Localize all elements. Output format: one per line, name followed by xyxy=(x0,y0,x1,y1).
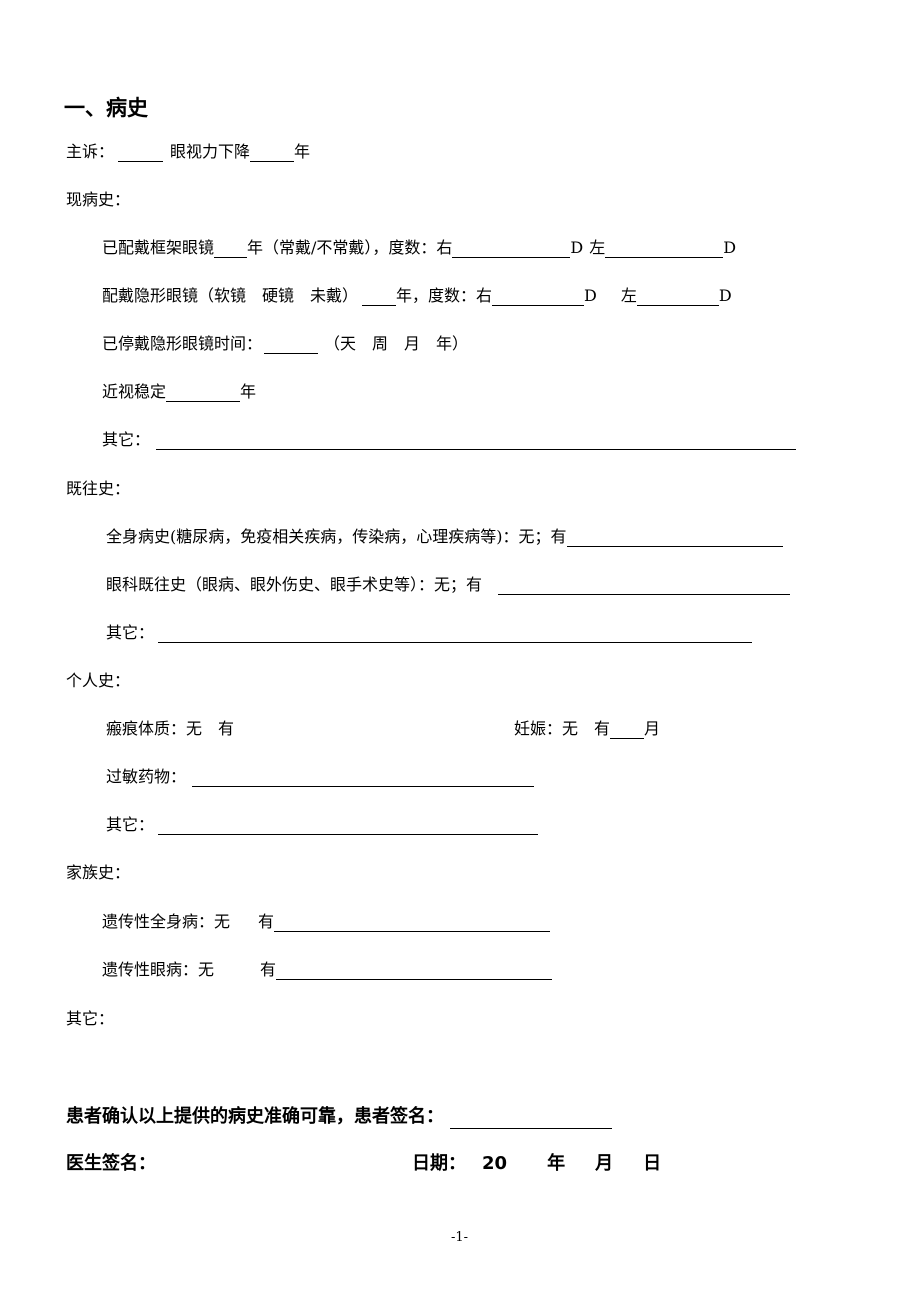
past-other-line: 其它： xyxy=(106,623,753,643)
contact-lens-line: 配戴隐形眼镜（软镜 硬镜 未戴） 年，度数：右 D 左 D xyxy=(102,286,732,306)
year-unit: 年 xyxy=(240,382,257,401)
left-label: 左 xyxy=(589,238,606,257)
pregnancy-label: 妊娠：无 有 xyxy=(514,719,611,738)
diopter-unit: D xyxy=(570,238,584,257)
stopped-contact-lens-label: 已停戴隐形眼镜时间： xyxy=(102,334,263,353)
duration-units: （天 周 月 年） xyxy=(324,334,469,353)
systemic-history-label: 全身病史(糖尿病，免疫相关疾病，传染病，心理疾病等)：无；有 xyxy=(106,527,567,546)
contact-lens-label: 配戴隐形眼镜（软镜 硬镜 未戴） xyxy=(102,286,359,305)
hereditary-ocular-label: 遗传性眼病：无 xyxy=(102,960,215,979)
doctor-signature-label: 医生签名： xyxy=(66,1153,156,1174)
section-title: 一、病史 xyxy=(64,96,148,120)
hereditary-systemic-field[interactable] xyxy=(274,915,551,932)
chief-complaint-line: 主诉： 眼视力下降 年 xyxy=(66,142,310,162)
stopped-duration-field[interactable] xyxy=(264,337,319,354)
chief-complaint-unit: 年 xyxy=(294,142,311,161)
frame-glasses-label: 已配戴框架眼镜 xyxy=(102,238,215,257)
diopter-unit: D xyxy=(718,286,732,305)
chief-complaint-field[interactable] xyxy=(118,145,164,162)
contact-lens-text: 年，度数：右 xyxy=(396,286,493,305)
personal-other-line: 其它： xyxy=(106,815,539,835)
allergy-field[interactable] xyxy=(192,770,535,787)
past-history-label: 既往史： xyxy=(66,479,131,498)
date-label: 日期： xyxy=(412,1153,466,1174)
contact-lens-left-field[interactable] xyxy=(636,289,719,306)
hereditary-ocular-line: 遗传性眼病：无 有 xyxy=(102,960,553,980)
myopia-stable-label: 近视稳定 xyxy=(102,382,167,401)
page-number: -1- xyxy=(451,1230,469,1245)
chief-complaint-label: 主诉： xyxy=(66,142,115,161)
allergy-label: 过敏药物： xyxy=(106,767,187,786)
present-other-line: 其它： xyxy=(102,430,797,450)
other-label: 其它： xyxy=(106,623,155,642)
confirmation-text: 患者确认以上提供的病史准确可靠，患者签名： xyxy=(66,1106,444,1127)
personal-other-field[interactable] xyxy=(158,818,539,835)
day-label: 日 xyxy=(643,1153,662,1174)
year-label: 年 xyxy=(547,1153,566,1174)
allergy-line: 过敏药物： xyxy=(106,767,535,787)
month-label: 月 xyxy=(595,1153,614,1174)
month-unit: 月 xyxy=(644,719,661,738)
other-label: 其它： xyxy=(102,430,151,449)
frame-glasses-years-field[interactable] xyxy=(214,241,248,258)
ocular-history-label: 眼科既往史（眼病、眼外伤史、眼手术史等）：无；有 xyxy=(106,575,483,594)
family-history-label: 家族史： xyxy=(66,863,131,882)
past-other-field[interactable] xyxy=(158,626,753,643)
has-label: 有 xyxy=(260,960,277,979)
chief-complaint-text: 眼视力下降 xyxy=(170,142,251,161)
pregnancy-line: 妊娠：无 有 月 xyxy=(514,719,660,739)
contact-lens-years-field[interactable] xyxy=(362,289,397,306)
frame-glasses-left-field[interactable] xyxy=(605,241,724,258)
keloid-line: 瘢痕体质：无 有 xyxy=(106,719,235,738)
hereditary-systemic-label: 遗传性全身病：无 xyxy=(102,912,231,931)
frame-glasses-right-field[interactable] xyxy=(452,241,571,258)
pregnancy-months-field[interactable] xyxy=(610,722,645,739)
systemic-history-field[interactable] xyxy=(566,530,783,547)
diopter-unit: D xyxy=(584,286,597,305)
left-label: 左 xyxy=(620,286,637,305)
present-history-label: 现病史： xyxy=(66,190,131,209)
chief-complaint-years-field[interactable] xyxy=(250,145,295,162)
present-other-field[interactable] xyxy=(156,433,797,450)
hereditary-ocular-field[interactable] xyxy=(276,963,553,980)
myopia-stable-field[interactable] xyxy=(166,385,241,402)
ocular-history-line: 眼科既往史（眼病、眼外伤史、眼手术史等）：无；有 xyxy=(106,575,791,595)
ocular-history-field[interactable] xyxy=(498,578,791,595)
other-label: 其它： xyxy=(106,815,155,834)
contact-lens-right-field[interactable] xyxy=(492,289,585,306)
hereditary-systemic-line: 遗传性全身病：无 有 xyxy=(102,912,551,932)
diopter-unit: D xyxy=(723,238,737,257)
frame-glasses-text: 年（常戴/不常戴），度数：右 xyxy=(247,238,453,257)
personal-history-label: 个人史： xyxy=(66,671,131,690)
date-line: 日期： 20 年 月 日 xyxy=(412,1152,661,1176)
confirmation-line: 患者确认以上提供的病史准确可靠，患者签名： xyxy=(66,1105,612,1129)
year-prefix: 20 xyxy=(482,1153,508,1174)
stopped-contact-lens-line: 已停戴隐形眼镜时间： （天 周 月 年） xyxy=(102,334,468,354)
systemic-history-line: 全身病史(糖尿病，免疫相关疾病，传染病，心理疾病等)：无；有 xyxy=(106,527,783,547)
has-label: 有 xyxy=(258,912,275,931)
frame-glasses-line: 已配戴框架眼镜 年（常戴/不常戴），度数：右 D 左 D xyxy=(102,238,736,258)
myopia-stable-line: 近视稳定 年 xyxy=(102,382,256,402)
other-label: 其它： xyxy=(66,1009,115,1028)
patient-signature-field[interactable] xyxy=(450,1112,612,1129)
